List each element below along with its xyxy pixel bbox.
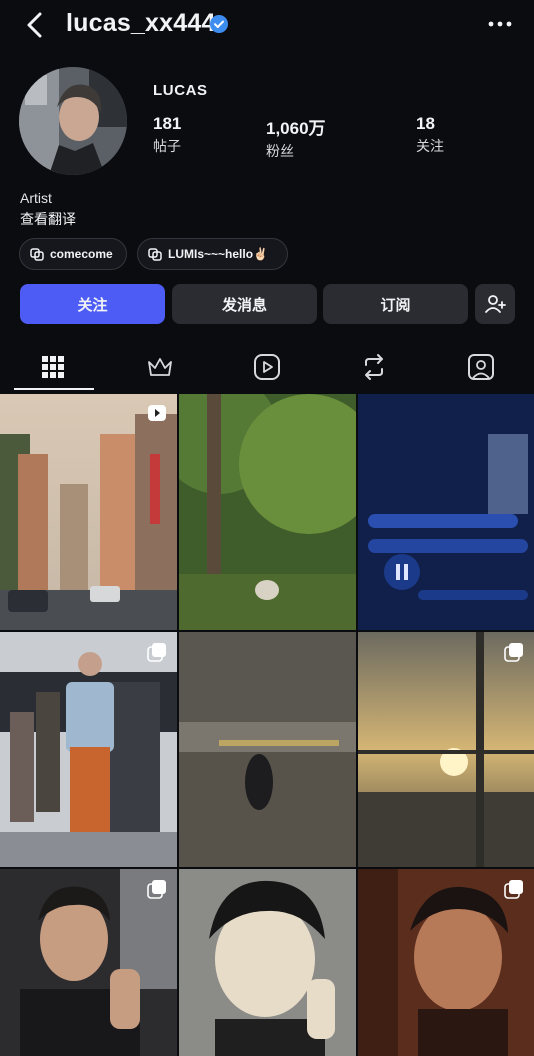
tab-reels[interactable] [214,343,320,391]
stat-followers-label: 粉丝 [266,143,294,159]
tab-exclusive[interactable] [107,343,213,391]
threads-chip-lumis[interactable]: LUMIs~~~hello✌🏻 [137,238,288,270]
message-button[interactable]: 发消息 [172,284,317,324]
active-tab-indicator [14,388,94,390]
post-tile-forest[interactable] [179,394,356,630]
stat-following[interactable]: 18 关注 [416,114,444,156]
stat-followers-value: 1,060万 [266,119,326,138]
crown-icon [148,358,172,376]
post-tile-selfie-car[interactable] [0,869,177,1056]
display-name: LUCAS [153,82,208,99]
verified-badge-icon [210,15,228,33]
carousel-icon [504,643,523,662]
reels-icon [254,354,280,380]
tab-reposts[interactable] [321,343,427,391]
post-tile-motion-blur[interactable] [179,632,356,867]
add-user-icon [485,295,506,313]
profile-bio: Artist [20,190,52,206]
carousel-icon [147,643,166,662]
top-bar: lucas_xx444 [0,0,534,52]
more-horizontal-icon[interactable] [486,14,514,34]
threads-chip-comecome[interactable]: comecome [19,238,127,270]
stat-posts-value: 181 [153,114,182,133]
stat-followers[interactable]: 1,060万 粉丝 [266,114,326,161]
post-tile-selfie-warm[interactable] [358,869,534,1056]
stat-following-value: 18 [416,114,435,133]
chip-label: comecome [50,247,113,261]
see-translation-link[interactable]: 查看翻译 [20,209,76,229]
carousel-icon [147,880,166,899]
follow-button[interactable]: 关注 [20,284,165,324]
chip-label: LUMIs~~~hello✌🏻 [168,247,268,261]
stat-posts[interactable]: 181 帖子 [153,114,181,156]
profile-tabs [0,343,534,393]
post-tile-illustration[interactable] [179,869,356,1056]
carousel-icon [504,880,523,899]
stat-following-label: 关注 [416,138,444,154]
threads-icon [30,248,44,261]
post-tile-city-street[interactable] [0,394,177,630]
avatar[interactable] [19,67,127,175]
stat-posts-label: 帖子 [153,138,181,154]
profile-username: lucas_xx444 [66,9,216,37]
post-tile-sunset-fence[interactable] [358,632,534,867]
repost-icon [365,354,383,380]
subscribe-button[interactable]: 订阅 [323,284,468,324]
tagged-icon [468,354,494,380]
posts-grid [0,394,534,1056]
video-icon [148,405,166,421]
post-tile-fashion-runway[interactable] [0,632,177,867]
threads-icon [148,248,162,261]
add-user-button[interactable] [475,284,515,324]
tab-tagged[interactable] [428,343,534,391]
chevron-left-icon[interactable] [22,10,50,40]
tab-posts[interactable] [0,343,106,391]
post-tile-phone-music[interactable] [358,394,534,630]
grid-icon [42,356,64,378]
